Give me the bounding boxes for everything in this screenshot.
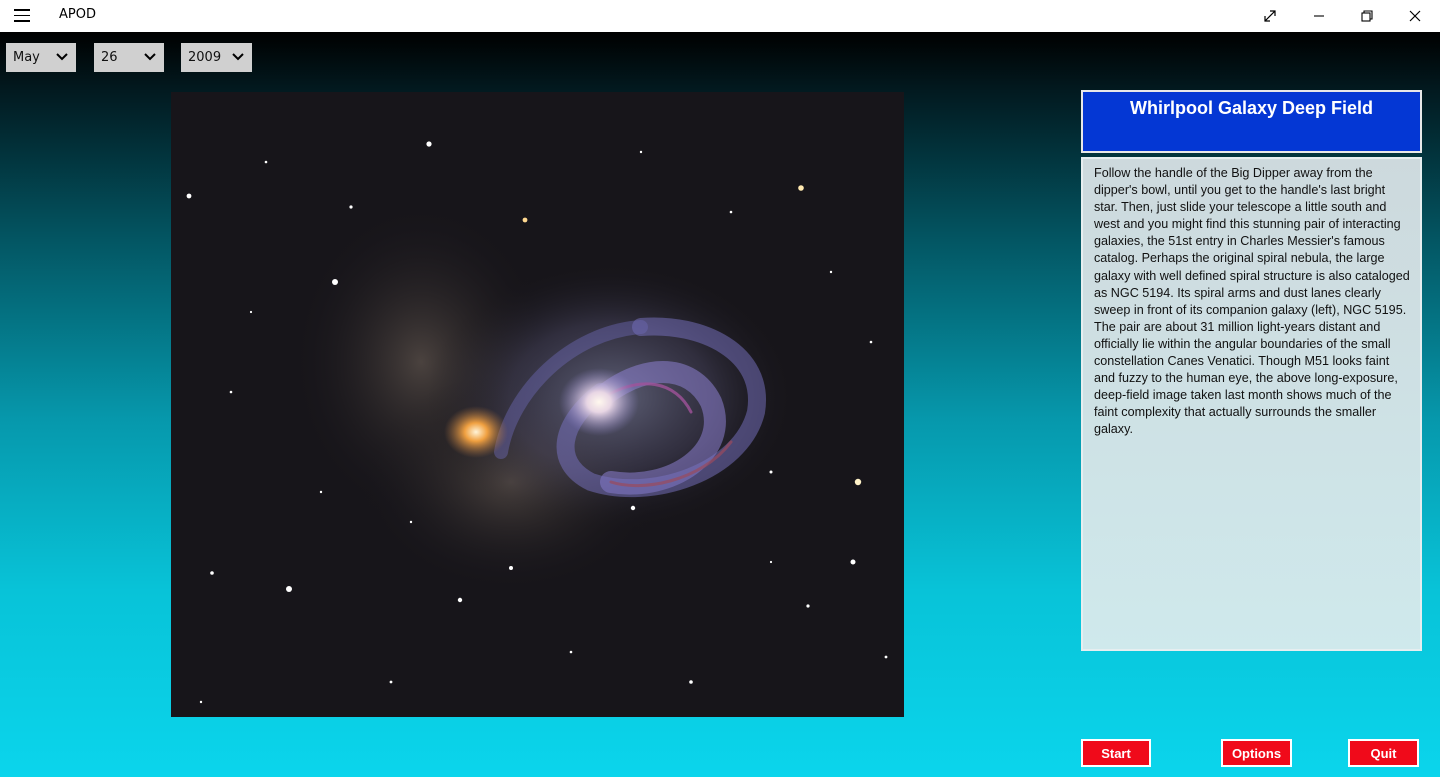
minimize-icon[interactable] (1296, 0, 1342, 32)
year-value: 2009 (188, 50, 222, 65)
apod-title: Whirlpool Galaxy Deep Field (1081, 90, 1422, 153)
app-window: APOD May 26 2009 Whirlpool Galaxy Deep F… (0, 0, 1440, 777)
year-select[interactable]: 2009 (181, 43, 252, 72)
month-value: May (13, 50, 40, 65)
restore-icon[interactable] (1344, 0, 1390, 32)
chevron-down-icon (144, 53, 156, 61)
day-select[interactable]: 26 (94, 43, 164, 72)
options-button[interactable]: Options (1221, 739, 1292, 767)
chevron-down-icon (56, 53, 68, 61)
app-title: APOD (59, 7, 96, 22)
day-value: 26 (101, 50, 118, 65)
start-button[interactable]: Start (1081, 739, 1151, 767)
close-icon[interactable] (1392, 0, 1438, 32)
chevron-down-icon (232, 53, 244, 61)
expand-icon[interactable] (1247, 0, 1293, 32)
hamburger-icon[interactable] (14, 9, 30, 23)
month-select[interactable]: May (6, 43, 76, 72)
quit-button[interactable]: Quit (1348, 739, 1419, 767)
title-bar: APOD (0, 0, 1440, 32)
apod-explanation[interactable]: Follow the handle of the Big Dipper away… (1081, 157, 1422, 651)
main-area: May 26 2009 Whirlpool Galaxy Deep Field … (0, 32, 1440, 777)
explanation-text: Follow the handle of the Big Dipper away… (1094, 166, 1410, 437)
apod-image (171, 92, 904, 717)
